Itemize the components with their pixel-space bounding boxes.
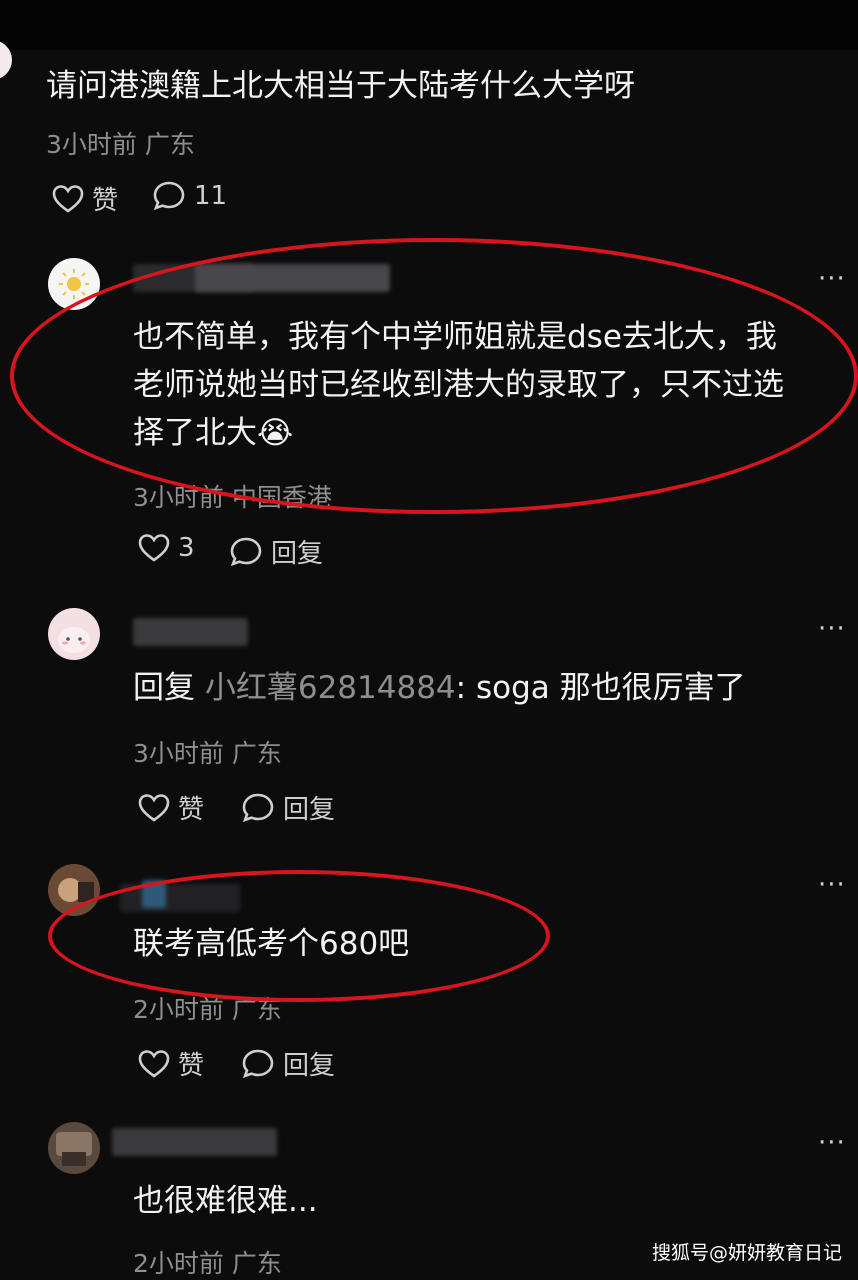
highlight-ring: [10, 238, 858, 514]
reply-separator: :: [455, 670, 467, 706]
like-button[interactable]: 赞: [138, 1045, 204, 1082]
photo-avatar-icon: [56, 1132, 92, 1166]
comment-bubble-icon: [241, 792, 275, 824]
post-text: 请问港澳籍上北大相当于大陆考什么大学呀: [46, 68, 635, 104]
comment-bubble-icon: [152, 180, 186, 212]
avatar[interactable]: [48, 1122, 100, 1174]
comment-meta: 2小时前 广东: [133, 1249, 282, 1278]
like-label: 赞: [178, 1051, 205, 1081]
reply-button[interactable]: 回复: [241, 789, 335, 826]
comment-bubble-icon: [241, 1048, 275, 1080]
reply-to-username[interactable]: 小红薯62814884: [205, 670, 456, 706]
post-like-button[interactable]: 赞: [52, 180, 118, 217]
reply-label: 回复: [283, 1051, 336, 1081]
heart-icon: [52, 184, 84, 214]
username-redacted: [112, 1128, 277, 1156]
post-meta: 3小时前 广东: [46, 130, 195, 159]
comment-meta: 3小时前 广东: [133, 739, 282, 768]
like-button[interactable]: 赞: [138, 789, 204, 826]
bunny-avatar-icon: [58, 627, 90, 653]
post-comment-button[interactable]: 11: [152, 180, 227, 212]
more-dots-icon[interactable]: ···: [818, 870, 846, 900]
reply-button[interactable]: 回复: [241, 1045, 335, 1082]
heart-icon: [138, 793, 170, 823]
reply-label: 回复: [283, 795, 336, 825]
heart-icon: [138, 533, 170, 563]
reply-prefix: 回复: [133, 670, 195, 706]
comment-text: 回复 小红薯62814884: soga 那也很厉害了: [133, 664, 746, 712]
reply-label: 回复: [271, 539, 324, 569]
post-like-label: 赞: [92, 186, 119, 216]
username-redacted: [133, 618, 248, 646]
heart-icon: [138, 1049, 170, 1079]
more-dots-icon[interactable]: ···: [818, 264, 846, 294]
comment-text: 也很难很难...: [133, 1183, 318, 1219]
highlight-ring: [48, 870, 550, 1002]
like-count: 3: [178, 533, 195, 563]
like-button[interactable]: 3: [138, 533, 195, 563]
post-comment-count: 11: [194, 181, 228, 211]
like-label: 赞: [178, 795, 205, 825]
more-dots-icon[interactable]: ···: [818, 1128, 846, 1158]
comment-bubble-icon: [229, 536, 263, 568]
reply-button[interactable]: 回复: [229, 533, 323, 570]
avatar[interactable]: [48, 608, 100, 660]
top-bar: [0, 0, 858, 50]
more-dots-icon[interactable]: ···: [818, 614, 846, 644]
watermark: 搜狐号@妍妍教育日记: [651, 1242, 842, 1264]
comment-body: soga 那也很厉害了: [475, 670, 746, 706]
